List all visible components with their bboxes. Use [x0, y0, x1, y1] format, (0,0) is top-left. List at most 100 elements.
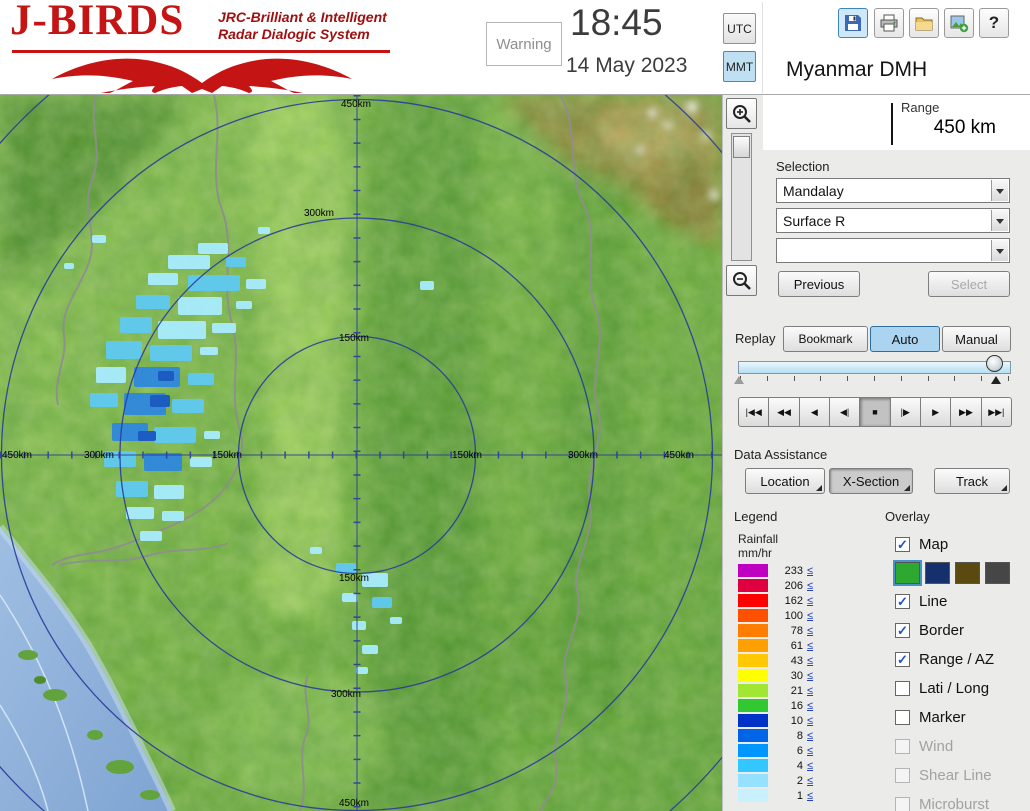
chevron-down-icon[interactable] [991, 210, 1008, 231]
magnifier-minus-icon [731, 270, 753, 292]
legend-swatch [738, 579, 768, 592]
legend-swatch [738, 684, 768, 697]
legend-le-symbol: ≤ [807, 640, 813, 652]
legend-row: 43≤ [738, 653, 813, 668]
legend-swatch [738, 564, 768, 577]
legend-le-symbol: ≤ [807, 775, 813, 787]
svg-text:450km: 450km [2, 450, 32, 461]
legend-row: 6≤ [738, 743, 813, 758]
timeline-tick [794, 376, 795, 381]
overlay-item-label: Map [919, 536, 948, 553]
eagle-logo-icon [52, 53, 352, 93]
checkbox[interactable]: ✓ [895, 652, 910, 667]
track-button[interactable]: Track [934, 468, 1010, 494]
export-image-button[interactable] [944, 8, 974, 38]
legend-swatch [738, 654, 768, 667]
playback-fast-rewind-button[interactable]: ◀◀ [769, 397, 799, 427]
overlay-item-range-az[interactable]: ✓Range / AZ [895, 645, 1029, 674]
timeline-tick [954, 376, 955, 381]
timeline-slider[interactable] [738, 361, 1011, 374]
checkbox[interactable]: ✓ [895, 594, 910, 609]
checkbox[interactable] [895, 681, 910, 696]
zoom-slider[interactable] [731, 133, 752, 261]
warning-indicator[interactable]: Warning [486, 22, 562, 66]
legend-swatch [738, 729, 768, 742]
checkbox[interactable]: ✓ [895, 537, 910, 552]
previous-button[interactable]: Previous [778, 271, 860, 297]
playback-rewind-button[interactable]: ◀ [800, 397, 830, 427]
zoom-out-button[interactable] [726, 265, 757, 296]
timeline-slider-thumb[interactable] [986, 355, 1003, 372]
legend-row: 206≤ [738, 578, 813, 593]
legend-le-symbol: ≤ [807, 595, 813, 607]
legend-swatch [738, 669, 768, 682]
legend-swatch [738, 714, 768, 727]
legend-label: Legend [734, 509, 777, 524]
product-dropdown[interactable]: Surface R [776, 208, 1010, 233]
replay-bookmark-button[interactable]: Bookmark [783, 326, 868, 352]
select-button[interactable]: Select [928, 271, 1010, 297]
map-color-green-button[interactable] [895, 562, 920, 584]
chevron-down-icon[interactable] [991, 180, 1008, 201]
site-dropdown-value: Mandalay [783, 183, 844, 199]
location-button[interactable]: Location [745, 468, 825, 494]
overlay-item-border[interactable]: ✓Border [895, 616, 1029, 645]
legend-row: 16≤ [738, 698, 813, 713]
map-color-olive-button[interactable] [955, 562, 980, 584]
legend-swatch [738, 789, 768, 802]
checkbox[interactable] [895, 710, 910, 725]
jbirds-app: J-BIRDS JRC-Brilliant & Intelligent Rada… [0, 0, 1030, 811]
map-color-navy-button[interactable] [925, 562, 950, 584]
map-color-gray-button[interactable] [985, 562, 1010, 584]
replay-label: Replay [735, 331, 775, 346]
legend-value: 162 [775, 595, 803, 607]
svg-text:150km: 150km [452, 450, 482, 461]
legend-swatch [738, 744, 768, 757]
legend-value: 21 [775, 685, 803, 697]
overlay-item-lati-long[interactable]: Lati / Long [895, 674, 1029, 703]
overlay-item-label: Lati / Long [919, 680, 989, 697]
header-separator [762, 2, 763, 93]
zoom-slider-thumb[interactable] [733, 136, 750, 158]
open-folder-button[interactable] [909, 8, 939, 38]
timeline-start-marker [734, 376, 744, 384]
site-dropdown[interactable]: Mandalay [776, 178, 1010, 203]
legend-value: 100 [775, 610, 803, 622]
help-button[interactable]: ? [979, 8, 1009, 38]
timezone-utc-button[interactable]: UTC [723, 13, 756, 44]
replay-auto-button[interactable]: Auto [870, 326, 940, 352]
legend-le-symbol: ≤ [807, 580, 813, 592]
checkbox[interactable]: ✓ [895, 623, 910, 638]
playback-forward-button[interactable]: ▶ [921, 397, 951, 427]
overlay-item-map[interactable]: ✓ Map [895, 530, 1029, 559]
playback-stop-button[interactable]: ■ [860, 397, 890, 427]
replay-manual-button[interactable]: Manual [942, 326, 1011, 352]
extra-dropdown[interactable] [776, 238, 1010, 263]
timeline-tick [767, 376, 768, 381]
playback-step-forward-button[interactable]: |▶ [891, 397, 921, 427]
timeline-ticks [738, 376, 1011, 385]
timezone-mmt-button[interactable]: MMT [723, 51, 756, 82]
overlay-item-line[interactable]: ✓Line [895, 587, 1029, 616]
playback-skip-start-button[interactable]: |◀◀ [738, 397, 769, 427]
playback-step-back-button[interactable]: ◀| [830, 397, 860, 427]
print-button[interactable] [874, 8, 904, 38]
playback-fast-forward-button[interactable]: ▶▶ [951, 397, 981, 427]
playback-skip-end-button[interactable]: ▶▶| [982, 397, 1012, 427]
x-section-button[interactable]: X-Section [829, 468, 913, 494]
overlay-list: ✓ Map ✓Line✓Border✓Range / AZ Lati / Long Ma… [895, 530, 1029, 811]
legend-unit-line1: Rainfall [738, 532, 778, 546]
range-display: Range 450 km [763, 95, 1030, 150]
chevron-down-icon[interactable] [991, 240, 1008, 261]
radar-map[interactable]: 450km 300km 150km 450km 300km 150km 150k… [0, 95, 722, 811]
legend-row: 21≤ [738, 683, 813, 698]
checkbox [895, 797, 910, 811]
legend-value: 10 [775, 715, 803, 727]
logo-subtitle: JRC-Brilliant & Intelligent Radar Dialog… [218, 9, 387, 43]
logo-subtitle-line1: JRC-Brilliant & Intelligent [218, 9, 387, 26]
legend-value: 6 [775, 745, 803, 757]
save-button[interactable] [838, 8, 868, 38]
overlay-item-marker[interactable]: Marker [895, 703, 1029, 732]
zoom-in-button[interactable] [726, 98, 757, 129]
legend-le-symbol: ≤ [807, 610, 813, 622]
